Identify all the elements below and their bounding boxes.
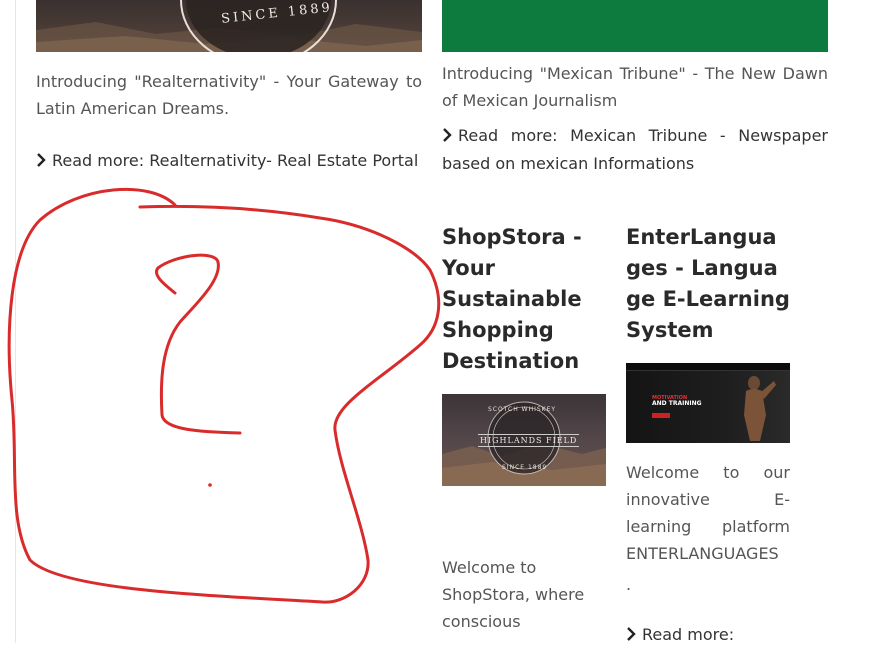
scribble-question-mark xyxy=(155,253,242,435)
shopstora-title[interactable]: ShopStora - Your Sustainable Shopping De… xyxy=(442,222,612,377)
thumb-top-text: SCOTCH WHISKEY xyxy=(488,406,557,413)
thumb-bottom-text: SINCE 1889 xyxy=(502,464,548,471)
read-more-enterlanguages-link[interactable]: Read more: xyxy=(642,625,734,644)
realternativity-intro: Introducing "Realternativity" - Your Gat… xyxy=(36,72,422,118)
mexican-tribune-thumbnail[interactable] xyxy=(442,0,828,52)
thumb-line2: AND TRAINING xyxy=(652,400,702,407)
left-divider xyxy=(15,0,16,643)
enterlanguages-title[interactable]: EnterLanguages - Language E-Learning Sys… xyxy=(626,222,790,346)
realternativity-thumbnail[interactable]: SINCE 1889 xyxy=(36,0,422,52)
enterlanguages-thumbnail[interactable]: MOTIVATION AND TRAINING xyxy=(626,363,790,443)
chevron-right-icon xyxy=(37,153,46,167)
read-more-realternativity-link[interactable]: Read more: Realternativity- Real Estate … xyxy=(52,151,418,170)
read-more-realternativity[interactable]: Read more: Realternativity- Real Estate … xyxy=(36,147,436,175)
thumb-mid-text: HIGHLANDS FIELD xyxy=(478,434,580,447)
shopstora-thumbnail[interactable]: SCOTCH WHISKEY HIGHLANDS FIELD SINCE 188… xyxy=(442,394,606,486)
read-more-enterlanguages[interactable]: Read more: xyxy=(626,621,790,649)
scribble-dot xyxy=(208,483,212,487)
mexican-tribune-intro: Introducing "Mexican Tribune" - The New … xyxy=(442,64,828,110)
read-more-mexican-tribune[interactable]: Read more: Mexican Tribune - Newspaper b… xyxy=(442,122,828,178)
scribble-outline xyxy=(7,187,441,604)
read-more-mexican-tribune-link[interactable]: Read more: Mexican Tribune - Newspaper b… xyxy=(442,126,828,173)
enterlanguages-period: . xyxy=(626,575,632,594)
athlete-figure-image xyxy=(744,376,776,441)
shopstora-intro: Welcome to ShopStora, where conscious xyxy=(442,558,585,631)
thumb-cta-button xyxy=(652,413,670,418)
chevron-right-icon xyxy=(443,128,452,142)
chevron-right-icon xyxy=(627,627,636,641)
enterlanguages-intro: Welcome to our innovative E-learning pla… xyxy=(626,463,790,563)
